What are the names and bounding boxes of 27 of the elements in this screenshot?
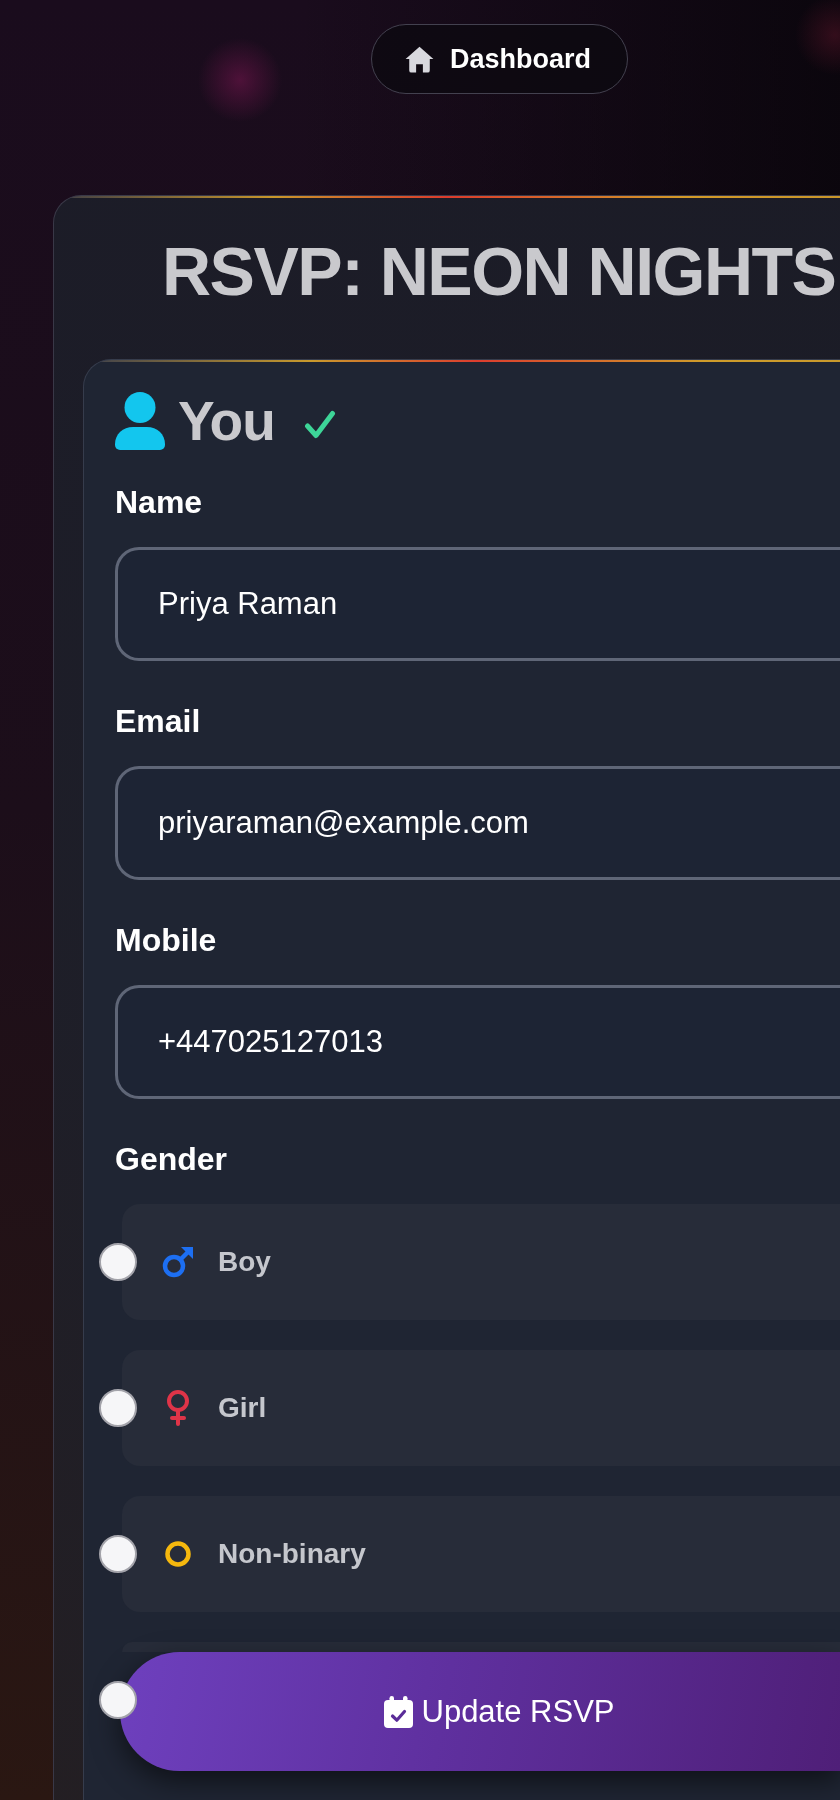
update-rsvp-button[interactable]: Update RSVP bbox=[120, 1652, 840, 1771]
event-title: RSVP: NEON NIGHTS bbox=[162, 232, 836, 311]
field-label: Gender bbox=[115, 1140, 228, 1178]
radio-button[interactable] bbox=[99, 1681, 137, 1719]
person-icon bbox=[115, 392, 165, 450]
option-label: Boy bbox=[218, 1246, 271, 1278]
option-label: Non-binary bbox=[218, 1538, 366, 1570]
calendar-check-icon bbox=[383, 1695, 413, 1728]
female-symbol-icon bbox=[165, 1390, 191, 1426]
field-label: Email bbox=[115, 702, 201, 740]
option-card[interactable]: Non-binary bbox=[122, 1496, 840, 1612]
radio-button[interactable] bbox=[99, 1389, 137, 1427]
dashboard-link[interactable]: Dashboard bbox=[371, 24, 629, 94]
home-icon bbox=[405, 45, 434, 73]
field-label: Name bbox=[115, 483, 203, 521]
ring-icon bbox=[165, 1541, 191, 1567]
option-card[interactable]: Girl bbox=[122, 1350, 840, 1466]
input-field[interactable]: priyaraman@example.com bbox=[115, 766, 840, 880]
male-symbol-icon bbox=[162, 1246, 194, 1278]
option-label: Girl bbox=[218, 1392, 267, 1424]
radio-button[interactable] bbox=[99, 1243, 137, 1281]
section-heading: You bbox=[178, 392, 275, 450]
option-card[interactable]: Boy bbox=[122, 1204, 840, 1320]
radio-button[interactable] bbox=[99, 1535, 137, 1573]
field-label: Mobile bbox=[115, 921, 217, 959]
input-field[interactable]: Priya Raman bbox=[115, 547, 840, 661]
input-field[interactable]: +447025127013 bbox=[115, 985, 840, 1099]
